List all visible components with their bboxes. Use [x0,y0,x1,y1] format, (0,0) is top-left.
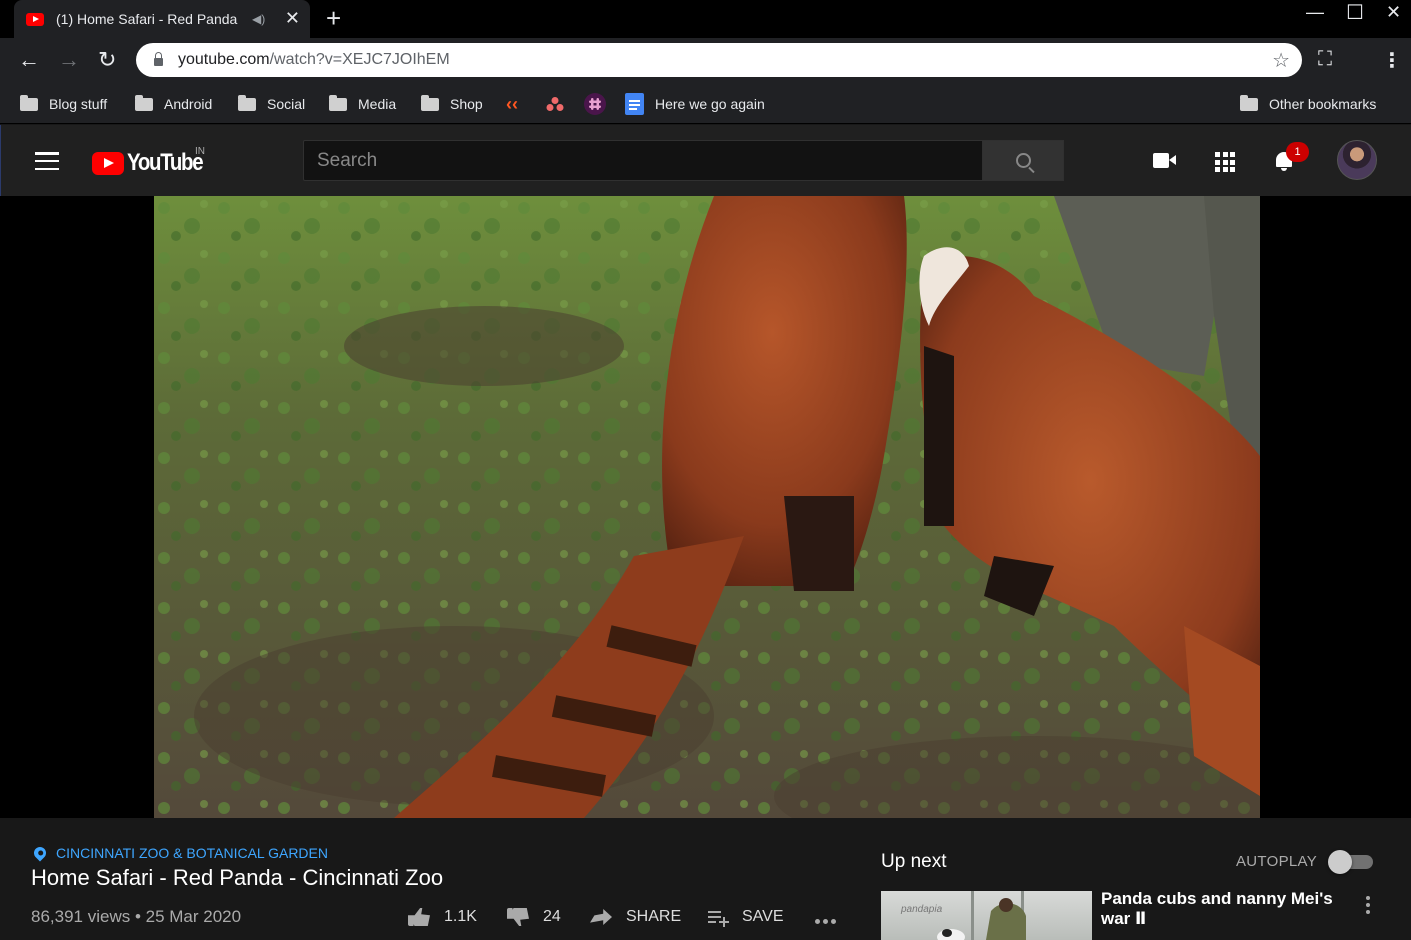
create-video-icon[interactable] [1153,153,1176,168]
location-label: CINCINNATI ZOO & BOTANICAL GARDEN [56,845,328,861]
more-actions-icon[interactable] [815,919,836,924]
up-next-heading: Up next [881,851,947,872]
folder-icon [20,94,38,111]
bookmark-star-icon[interactable]: ☆ [1272,48,1290,73]
reload-icon[interactable]: ↻ [98,48,116,72]
bookmark-folder[interactable]: Shop [421,94,483,114]
video-player[interactable] [0,196,1411,818]
country-code: IN [195,146,205,157]
audio-mute-icon[interactable]: ◀) [252,12,274,26]
asana-icon[interactable] [546,94,564,114]
tab-close-icon[interactable]: ✕ [285,8,300,28]
dislike-button[interactable]: 24 [507,908,561,926]
back-icon[interactable]: ← [18,48,40,72]
dislike-count: 24 [543,908,561,925]
forward-icon[interactable]: → [58,48,80,72]
youtube-logo-text: YouTube [127,149,204,176]
video-frame-red-pandas[interactable] [154,196,1260,818]
folder-icon [135,94,153,111]
bookmark-folder[interactable]: Blog stuff [20,94,107,114]
bookmark-label: Shop [450,96,483,112]
view-count-date: 86,391 views • 25 Mar 2020 [31,907,242,926]
bookmarks-bar: Blog stuff Android Social Media Shop ‹‹ … [0,84,1411,124]
bookmark-label: Social [267,96,306,112]
address-bar[interactable]: youtube.com/watch?v=XEJC7JOIhEM ☆ [136,43,1302,77]
video-info-section: CINCINNATI ZOO & BOTANICAL GARDEN Home S… [0,818,1411,940]
search-input[interactable]: Search [303,140,983,181]
thumbs-up-icon [408,908,430,926]
other-bookmarks-label: Other bookmarks [1269,96,1377,112]
like-count: 1.1K [444,908,477,925]
screenshot-icon[interactable]: ⛶ [1318,48,1332,71]
url-path: /watch?v=XEJC7JOIhEM [269,51,450,68]
bookmark-folder[interactable]: Media [329,94,396,114]
save-button[interactable]: SAVE [708,908,784,927]
browser-toolbar: ← → ↻ youtube.com/watch?v=XEJC7JOIhEM ☆ … [0,38,1411,84]
bookmark-folder[interactable]: Social [238,94,305,114]
search-button[interactable] [982,140,1064,181]
red-panda-video-image [154,196,1260,818]
browser-tab[interactable]: (1) Home Safari - Red Panda ◀) ✕ [14,0,310,38]
browser-menu-icon[interactable]: ⋮ [1382,48,1402,73]
youtube-header: YouTube IN Search [0,125,1411,196]
lock-icon[interactable] [154,52,163,66]
folder-icon [1240,94,1258,111]
search-placeholder: Search [317,149,378,171]
docs-icon [625,93,644,115]
bookmark-label: Android [164,96,213,112]
share-icon [590,909,612,925]
window-close-icon[interactable]: ✕ [1386,2,1401,23]
bookmark-app-orange-icon[interactable]: ‹‹ [506,94,518,114]
minimize-icon[interactable]: — [1306,2,1324,23]
folder-icon [421,94,439,111]
folder-icon [238,94,256,111]
share-button[interactable]: SHARE [590,908,681,926]
thumbs-down-icon [507,908,529,926]
more-options-icon[interactable] [1366,896,1370,914]
maximize-icon[interactable]: ☐ [1346,0,1364,25]
bookmark-folder[interactable]: Android [135,94,212,114]
up-next-title[interactable]: Panda cubs and nanny Mei's war Ⅱ [1101,889,1341,929]
bookmark-label: Blog stuff [49,96,108,112]
autoplay-label: AUTOPLAY [1236,853,1318,870]
location-pin-icon [31,844,49,862]
browser-tab-strip: (1) Home Safari - Red Panda ◀) ✕ + — ☐ ✕ [0,0,1411,38]
share-label: SHARE [626,908,682,925]
save-label: SAVE [742,908,784,925]
autoplay-toggle-knob[interactable] [1328,850,1352,874]
video-title: Home Safari - Red Panda - Cincinnati Zoo [31,865,444,890]
playlist-add-icon [708,909,730,927]
location-link[interactable]: CINCINNATI ZOO & BOTANICAL GARDEN [31,844,328,862]
youtube-favicon-icon [26,12,44,26]
bookmark-docs[interactable]: Here we go again [625,93,765,115]
hamburger-menu-icon[interactable] [35,152,59,170]
tab-title: (1) Home Safari - Red Panda [56,11,238,27]
folder-icon [329,94,347,111]
bookmark-label: Media [358,96,397,112]
search-icon [1015,153,1031,168]
youtube-play-logo-icon [92,151,124,175]
up-next-thumbnail[interactable]: pandapia [881,891,1092,940]
slack-icon[interactable] [584,93,606,115]
like-button[interactable]: 1.1K [408,908,477,926]
new-tab-icon[interactable]: + [326,4,341,32]
avatar[interactable] [1337,140,1377,180]
url-host: youtube.com [178,51,270,68]
notification-badge: 1 [1286,142,1309,162]
bookmark-label: Here we go again [655,96,765,112]
other-bookmarks[interactable]: Other bookmarks [1240,94,1376,114]
apps-grid-icon[interactable] [1215,152,1235,172]
